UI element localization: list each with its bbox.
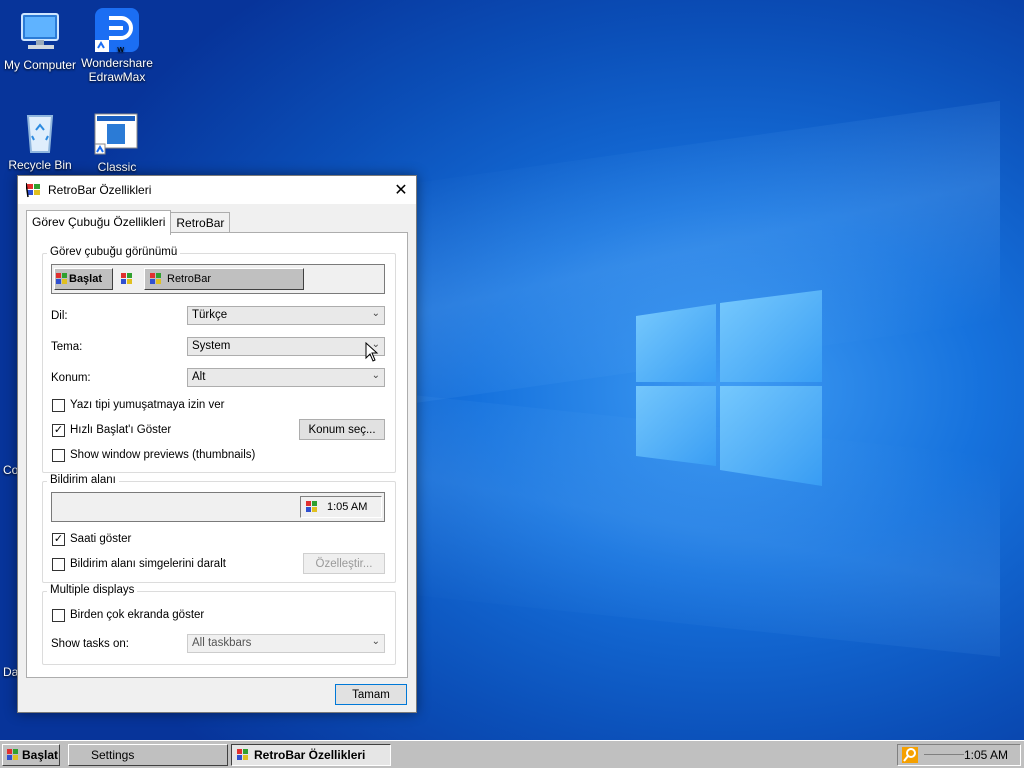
retrobar-app-icon <box>25 182 42 198</box>
desktop-icon-recycle-bin[interactable]: Recycle Bin <box>0 108 80 172</box>
show-tasks-value: All taskbars <box>192 637 252 649</box>
task-label: RetroBar Özellikleri <box>254 748 366 762</box>
theme-select[interactable]: System ⌄ <box>187 337 385 356</box>
svg-text:w: w <box>117 45 124 54</box>
language-value: Türkçe <box>192 309 228 321</box>
desktop-icon-label: Classic <box>97 160 137 174</box>
notification-area-group: Bildirim alanı 1:05 AM ✓ Saati göster Bi… <box>42 474 396 583</box>
font-smoothing-checkbox[interactable] <box>52 399 65 412</box>
desktop-icon-classic[interactable]: Classic <box>77 110 157 174</box>
quick-launch-checkbox[interactable]: ✓ <box>52 424 65 437</box>
preview-start-button: Başlat <box>54 268 113 290</box>
desktop-icon-edrawmax[interactable]: w Wondershare EdrawMax <box>77 6 157 84</box>
language-select[interactable]: Türkçe ⌄ <box>187 306 385 325</box>
choose-location-button[interactable]: Konum seç... <box>299 419 385 440</box>
multiple-displays-group: Multiple displays Birden çok ekranda gös… <box>42 584 396 665</box>
taskbar-clock[interactable]: 1:05 AM <box>964 748 1008 762</box>
retrobar-app-icon <box>149 272 163 286</box>
notification-tray: 1:05 AM <box>897 744 1021 766</box>
windows-flag-icon <box>6 748 20 762</box>
computer-icon <box>16 8 64 56</box>
taskbar-appearance-group: Görev çubuğu görünümü Başlat RetroBar Di… <box>42 246 396 473</box>
group-legend: Bildirim alanı <box>47 474 119 486</box>
theme-label: Tema: <box>51 341 83 353</box>
group-legend: Multiple displays <box>47 584 138 596</box>
retrobar-tray-icon <box>305 500 319 514</box>
language-label: Dil: <box>51 310 68 322</box>
tab-retrobar[interactable]: RetroBar <box>170 212 231 234</box>
preview-tray: 1:05 AM <box>300 496 382 518</box>
customize-button[interactable]: Özelleştir... <box>303 553 385 574</box>
font-smoothing-label: Yazı tipi yumuşatmaya izin ver <box>70 399 225 411</box>
preview-window-button: RetroBar <box>144 268 304 290</box>
tab-taskbar-properties[interactable]: Görev Çubuğu Özellikleri <box>26 210 172 235</box>
chevron-down-icon: ⌄ <box>371 370 380 381</box>
search-icon[interactable] <box>902 747 918 766</box>
mouse-cursor-icon <box>365 342 379 362</box>
preview-window-label: RetroBar <box>167 273 212 285</box>
desktop-icon-label: Recycle Bin <box>8 158 72 172</box>
notification-preview: 1:05 AM <box>51 492 385 522</box>
start-button[interactable]: Başlat <box>2 744 60 766</box>
collapse-icons-checkbox[interactable] <box>52 558 65 571</box>
tab-pane: Görev çubuğu görünümü Başlat RetroBar Di… <box>26 232 408 678</box>
preview-clock: 1:05 AM <box>327 501 368 513</box>
show-on-all-displays-checkbox[interactable] <box>52 609 65 622</box>
preview-start-label: Başlat <box>69 273 103 285</box>
theme-value: System <box>192 340 231 352</box>
start-label: Başlat <box>22 748 59 762</box>
group-legend: Görev çubuğu görünümü <box>47 246 181 258</box>
thumbnails-label: Show window previews (thumbnails) <box>70 449 256 461</box>
windows-flag-icon <box>55 272 69 286</box>
desktop-icon-my-computer[interactable]: My Computer <box>0 8 80 72</box>
dialog-title: RetroBar Özellikleri <box>48 183 152 197</box>
taskbar: Başlat Settings RetroBar Özellikleri 1:0… <box>0 740 1024 768</box>
retrobar-app-icon <box>236 748 250 762</box>
show-clock-checkbox[interactable]: ✓ <box>52 533 65 546</box>
close-icon[interactable]: ✕ <box>386 176 416 204</box>
quick-launch-icon <box>120 272 134 286</box>
retrobar-properties-dialog: RetroBar Özellikleri ✕ Görev Çubuğu Özel… <box>17 175 417 713</box>
show-on-all-displays-label: Birden çok ekranda göster <box>70 609 205 621</box>
position-select[interactable]: Alt ⌄ <box>187 368 385 387</box>
chevron-down-icon: ⌄ <box>371 636 380 647</box>
taskbar-task-settings[interactable]: Settings <box>68 744 228 766</box>
windows-logo-wallpaper <box>636 290 822 486</box>
ok-button[interactable]: Tamam <box>335 684 407 705</box>
collapse-icons-label: Bildirim alanı simgelerini daralt <box>70 558 226 570</box>
taskbar-preview: Başlat RetroBar <box>51 264 385 294</box>
recycle-bin-icon <box>16 108 64 156</box>
desktop-icon-label: My Computer <box>3 58 77 72</box>
task-label: Settings <box>91 748 135 762</box>
position-value: Alt <box>192 371 206 383</box>
classic-shortcut-icon <box>93 110 141 158</box>
chevron-down-icon: ⌄ <box>371 308 380 319</box>
show-tasks-select[interactable]: All taskbars ⌄ <box>187 634 385 653</box>
desktop-icon-label: Wondershare EdrawMax <box>81 56 153 84</box>
tray-volume-icon[interactable] <box>924 754 964 760</box>
position-label: Konum: <box>51 372 91 384</box>
show-tasks-label: Show tasks on: <box>51 638 129 650</box>
thumbnails-checkbox[interactable] <box>52 449 65 462</box>
quick-launch-label: Hızlı Başlat'ı Göster <box>70 424 172 436</box>
edrawmax-icon: w <box>93 6 141 55</box>
taskbar-task-retrobar-properties[interactable]: RetroBar Özellikleri <box>231 744 391 766</box>
show-clock-label: Saati göster <box>70 533 132 545</box>
dialog-titlebar[interactable]: RetroBar Özellikleri ✕ <box>18 176 416 204</box>
tab-strip: Görev Çubuğu Özellikleri RetroBar <box>26 210 231 235</box>
